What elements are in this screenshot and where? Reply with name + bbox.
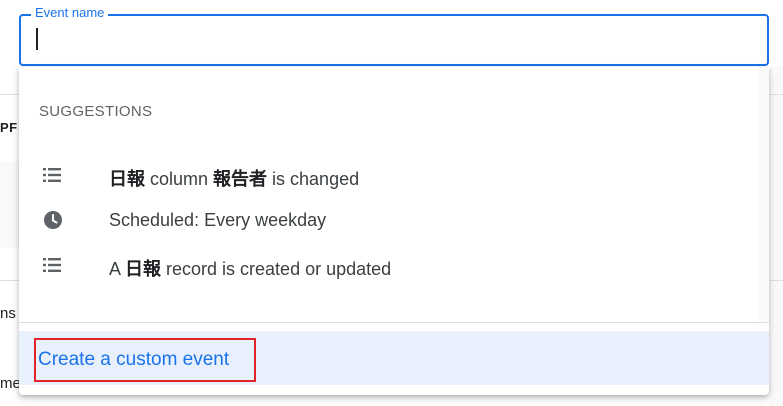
- dropdown-divider: [19, 322, 769, 323]
- event-name-field[interactable]: [19, 14, 769, 66]
- suggestion-item-record-created[interactable]: A 日報 record is created or updated: [19, 243, 757, 287]
- background-divider: [770, 94, 783, 95]
- background-divider: [770, 280, 783, 281]
- event-name-label: Event name: [31, 5, 109, 21]
- suggestion-label: Scheduled: Every weekday: [109, 210, 327, 230]
- background-fragment: me: [0, 375, 21, 392]
- suggestion-label: 日報 column 報告者 is changed: [109, 169, 360, 189]
- background-fragment: ns: [0, 305, 16, 322]
- background-divider: [0, 94, 20, 95]
- scrollbar[interactable]: [758, 67, 769, 322]
- background-right-strip: [770, 66, 783, 406]
- background-divider: [0, 280, 20, 281]
- suggestion-label: A 日報 record is created or updated: [109, 259, 392, 279]
- suggestions-heading: SUGGESTIONS: [39, 103, 153, 120]
- background-band: [0, 162, 20, 248]
- suggestion-item-scheduled[interactable]: Scheduled: Every weekday: [19, 198, 757, 242]
- suggestion-item-column-changed[interactable]: 日報 column 報告者 is changed: [19, 153, 757, 197]
- annotation-highlight-box: [34, 338, 256, 382]
- list-icon: [41, 164, 63, 186]
- text-cursor: [36, 28, 38, 50]
- clock-icon: [41, 209, 63, 231]
- background-fragment: PF: [0, 120, 18, 135]
- list-icon: [41, 254, 63, 276]
